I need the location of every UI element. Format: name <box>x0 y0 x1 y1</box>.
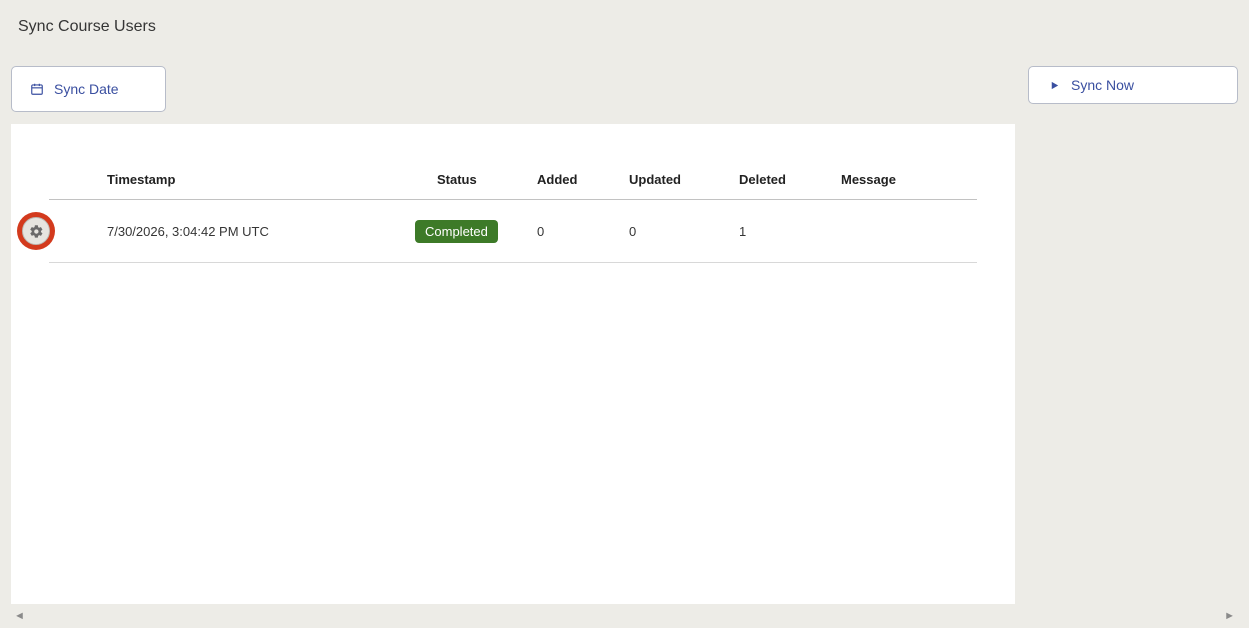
header-timestamp: Timestamp <box>101 162 431 200</box>
play-icon <box>1047 78 1061 92</box>
header-deleted: Deleted <box>733 162 835 200</box>
header-added: Added <box>531 162 623 200</box>
cell-status: Completed <box>431 200 531 263</box>
sync-results-table: Timestamp Status Added Updated Deleted M… <box>49 162 977 263</box>
horizontal-scroll-indicator: ◄ ► <box>14 610 1235 622</box>
sync-date-button[interactable]: Sync Date <box>11 66 166 112</box>
row-action-badge[interactable] <box>17 212 55 250</box>
sync-now-button[interactable]: Sync Now <box>1028 66 1238 104</box>
header-updated: Updated <box>623 162 733 200</box>
sync-date-label: Sync Date <box>54 81 119 97</box>
cell-added: 0 <box>531 200 623 263</box>
cell-icon <box>49 200 101 263</box>
cell-updated: 0 <box>623 200 733 263</box>
page-title: Sync Course Users <box>0 0 1249 36</box>
header-spacer <box>49 162 101 200</box>
toolbar: Sync Date Sync Now <box>0 36 1249 124</box>
sync-now-label: Sync Now <box>1071 77 1134 93</box>
header-message: Message <box>835 162 977 200</box>
table-header-row: Timestamp Status Added Updated Deleted M… <box>49 162 977 200</box>
cell-message <box>835 200 977 263</box>
scroll-left-icon: ◄ <box>14 610 25 622</box>
cell-timestamp: 7/30/2026, 3:04:42 PM UTC <box>101 200 431 263</box>
scroll-right-icon: ► <box>1224 610 1235 622</box>
gear-icon <box>22 217 50 245</box>
status-badge: Completed <box>415 220 498 243</box>
cell-deleted: 1 <box>733 200 835 263</box>
results-panel: Timestamp Status Added Updated Deleted M… <box>11 124 1015 604</box>
table-row: 7/30/2026, 3:04:42 PM UTC Completed 0 0 … <box>49 200 977 263</box>
header-status: Status <box>431 162 531 200</box>
calendar-icon <box>30 82 44 96</box>
